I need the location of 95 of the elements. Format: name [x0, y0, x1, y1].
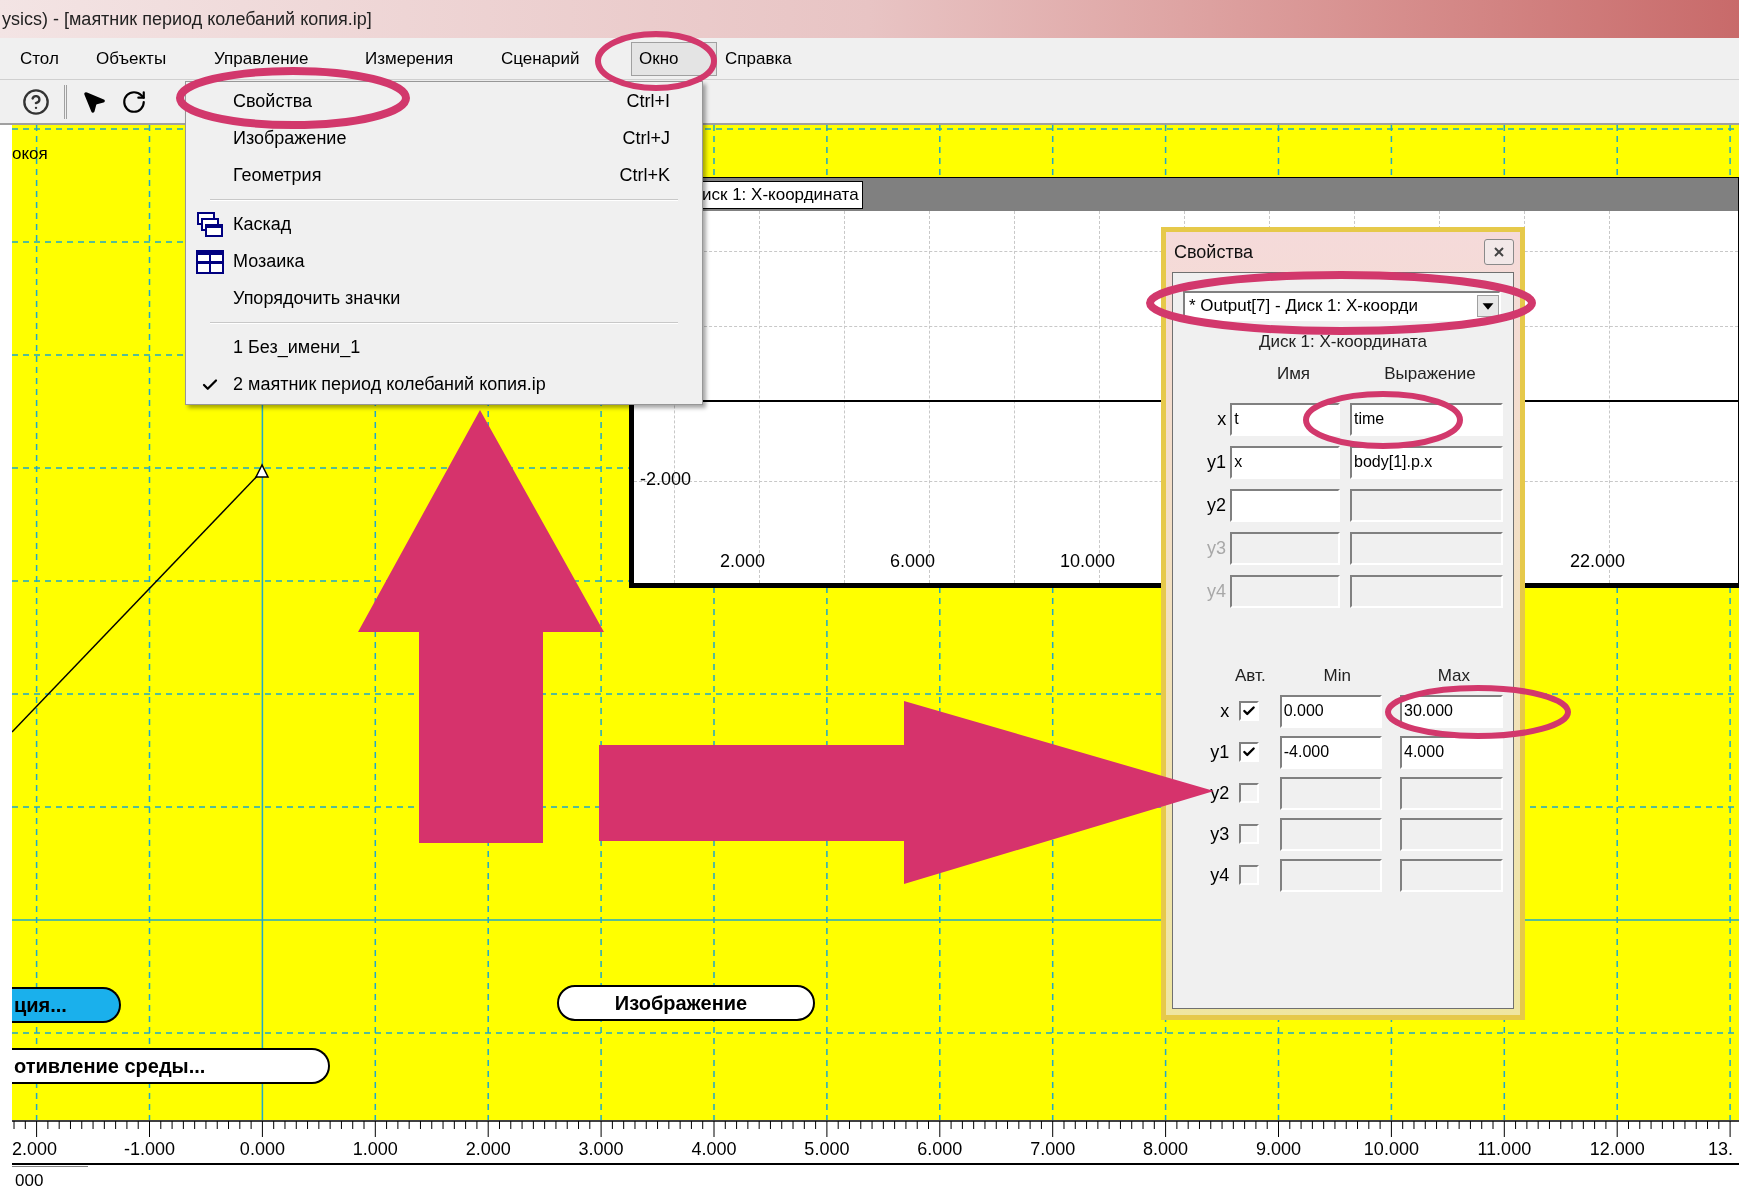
row-label: y2 [1209, 781, 1231, 805]
row-label: y1 [1209, 740, 1231, 764]
min-field[interactable] [1279, 817, 1382, 851]
menu-item[interactable]: Мозаика [186, 243, 702, 280]
name-field[interactable] [1230, 574, 1341, 608]
shortcut-label: Ctrl+K [619, 164, 670, 187]
shortcut-label: Ctrl+I [626, 90, 670, 113]
axis-label: 10.000 [1060, 550, 1116, 573]
expression-field[interactable]: time [1350, 402, 1503, 436]
ruler-label: -1.000 [124, 1138, 175, 1160]
axis-label: 2.000 [720, 550, 766, 573]
min-field[interactable] [1279, 776, 1382, 810]
ruler-label: 5.000 [804, 1138, 850, 1160]
name-field[interactable] [1230, 531, 1341, 565]
close-button[interactable] [1484, 239, 1514, 265]
ruler-label: 8.000 [1143, 1138, 1189, 1160]
close-icon [1493, 246, 1505, 258]
rotate-icon[interactable] [121, 88, 147, 115]
menu-bar-item[interactable]: Справка [717, 41, 827, 76]
name-field[interactable]: x [1230, 445, 1341, 479]
auto-checkbox[interactable] [1239, 742, 1259, 762]
auto-checkbox[interactable] [1239, 701, 1259, 721]
menu-item[interactable]: Изображение Ctrl+J [186, 120, 702, 157]
row-label: y3 [1209, 822, 1231, 846]
menu-item[interactable]: Упорядочить значки [186, 280, 702, 317]
menu-item[interactable]: 1 Без_имени_1 [186, 329, 702, 366]
menu-item[interactable]: Свойства Ctrl+I [186, 83, 702, 120]
menu-bar-item[interactable]: Стол [12, 41, 88, 76]
tile-icon [196, 250, 224, 274]
menu-item[interactable]: 2 маятник период колебаний копия.ip [186, 366, 702, 403]
name-field[interactable] [1230, 488, 1341, 522]
ruler-label: 4.000 [691, 1138, 737, 1160]
min-field[interactable] [1279, 858, 1382, 892]
ruler-label: 13. [1708, 1138, 1734, 1160]
row-label: y2 [1206, 493, 1228, 517]
ruler-label: 9.000 [1256, 1138, 1301, 1160]
menu-item[interactable]: Каскад [186, 206, 702, 243]
column-header: Min [1322, 664, 1352, 687]
max-field[interactable] [1400, 817, 1503, 851]
expression-field[interactable]: body[1].p.x [1350, 445, 1503, 479]
cascade-icon [196, 211, 224, 239]
menu-bar-item[interactable]: Окно [631, 41, 717, 76]
name-field[interactable]: t [1230, 402, 1341, 436]
object-label: окоя [12, 143, 48, 165]
status-label: 000 [15, 1171, 44, 1191]
min-field[interactable]: 0.000 [1279, 694, 1382, 728]
ruler-label: 3.000 [578, 1138, 624, 1160]
column-header: Max [1436, 664, 1471, 687]
ruler-label: 7.000 [1030, 1138, 1076, 1160]
max-field[interactable] [1400, 776, 1503, 810]
window-title: ysics) - [маятник период колебаний копия.ip] [2, 7, 372, 31]
max-field[interactable]: 4.000 [1400, 735, 1503, 769]
menu-bar-item[interactable]: Объекты [88, 41, 206, 76]
ruler-label: 2.000 [465, 1138, 511, 1160]
check-icon [1241, 745, 1256, 759]
menu-bar-item[interactable]: Сценарий [493, 41, 631, 76]
help-icon[interactable] [22, 87, 50, 116]
row-label: x [1216, 407, 1228, 431]
column-header: Авт. [1235, 664, 1267, 687]
auto-checkbox[interactable] [1239, 783, 1259, 803]
row-label: y4 [1206, 579, 1228, 603]
ruler-label: 1.000 [352, 1138, 398, 1160]
row-label: y4 [1209, 863, 1231, 887]
pivot-icon [254, 463, 270, 478]
max-field[interactable] [1400, 858, 1503, 892]
ruler-label: 2.000 [12, 1138, 58, 1160]
caret-icon [1477, 295, 1499, 317]
row-label: x [1219, 699, 1231, 723]
subtitle: Диск 1: X-координата [1257, 331, 1429, 353]
auto-checkbox[interactable] [1239, 865, 1259, 885]
column-header: Выражение [1383, 362, 1477, 385]
row-label: y3 [1206, 536, 1228, 560]
max-field[interactable]: 30.000 [1400, 694, 1503, 728]
canvas-button[interactable]: ция... [12, 987, 121, 1023]
dialog-title: Свойства [1174, 240, 1254, 264]
shortcut-label: Ctrl+J [622, 127, 670, 150]
menu-bar-item[interactable]: Измерения [357, 41, 493, 76]
ruler-label: 12.000 [1589, 1138, 1645, 1160]
expression-field[interactable] [1350, 488, 1503, 522]
row-label: y1 [1206, 450, 1228, 474]
canvas-button[interactable]: Изображение [557, 985, 815, 1021]
axis-label: 6.000 [890, 550, 936, 573]
ruler-label: 0.000 [239, 1138, 285, 1160]
axis-label: 22.000 [1570, 550, 1626, 573]
min-field[interactable]: -4.000 [1279, 735, 1382, 769]
check-icon [1241, 704, 1256, 718]
ruler-label: 6.000 [917, 1138, 963, 1160]
ruler-label: 11.000 [1477, 1138, 1532, 1160]
menu-bar-item[interactable]: Управление [206, 41, 357, 76]
ruler-label: 10.000 [1363, 1138, 1419, 1160]
canvas-button[interactable]: отивление среды... [12, 1048, 330, 1084]
column-header: Имя [1275, 362, 1312, 385]
axis-label: -2.000 [640, 468, 692, 491]
source-select[interactable]: * Output[7] - Диск 1: X-коорди [1183, 291, 1501, 321]
auto-checkbox[interactable] [1239, 824, 1259, 844]
